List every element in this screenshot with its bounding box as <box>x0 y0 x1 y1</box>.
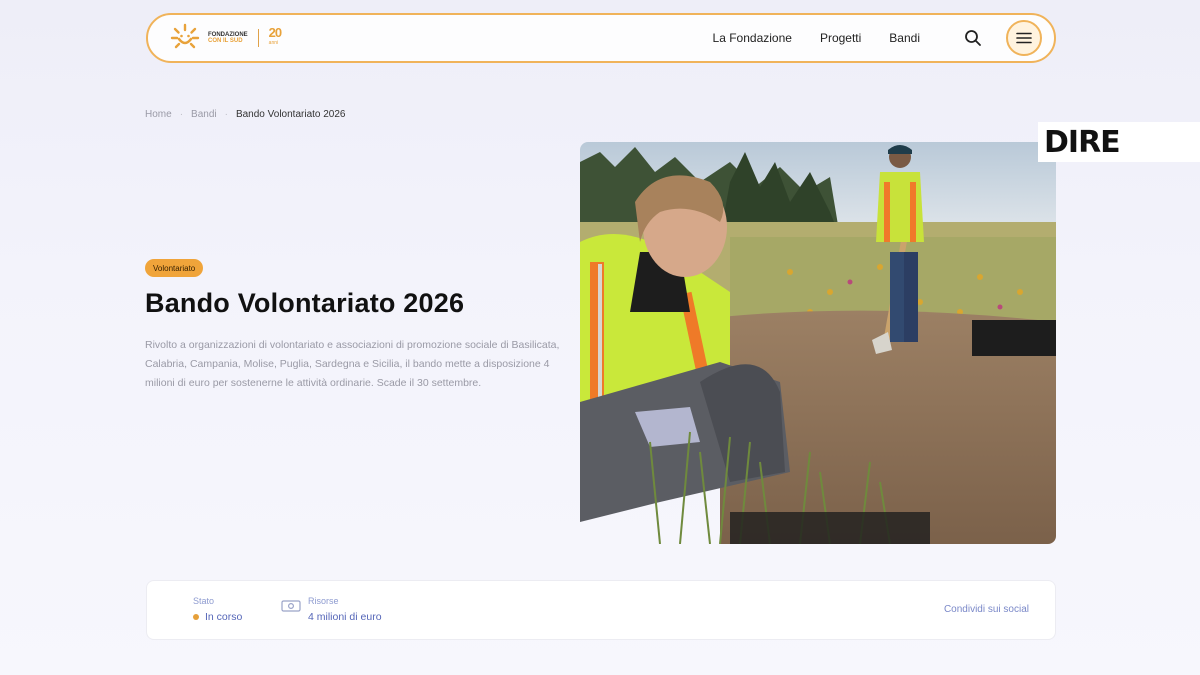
share-social-link[interactable]: Condividi sui social <box>944 604 1029 615</box>
status-value: In corso <box>205 611 243 623</box>
nav-link-bandi[interactable]: Bandi <box>889 31 920 45</box>
top-navbar: FONDAZIONE CON IL SUD 20 anni La Fondazi… <box>146 13 1056 63</box>
category-tag[interactable]: Volontariato <box>145 259 204 277</box>
menu-button[interactable] <box>1006 20 1042 56</box>
page-description: Rivolto a organizzazioni di volontariato… <box>145 339 560 389</box>
breadcrumb-separator: · <box>179 109 184 120</box>
logo-wordmark: FONDAZIONE CON IL SUD <box>208 32 248 44</box>
status-value-row: In corso <box>193 611 242 623</box>
status-label: Stato <box>193 596 215 606</box>
dire-brand-text: DIRE <box>1044 124 1121 160</box>
money-icon <box>281 600 301 612</box>
hamburger-menu-icon <box>1016 32 1032 44</box>
status-info: Stato In corso <box>193 596 242 623</box>
logo-divider <box>257 29 259 47</box>
resources-label: Risorse <box>308 596 339 606</box>
hero-photo <box>580 142 1056 544</box>
nav-link-progetti[interactable]: Progetti <box>820 31 861 45</box>
main-nav: La Fondazione Progetti Bandi <box>685 20 1042 56</box>
site-logo[interactable]: FONDAZIONE CON IL SUD 20 anni <box>170 23 283 53</box>
anniversary-badge: 20 anni <box>269 26 283 49</box>
resources-info: Risorse 4 milioni di euro <box>308 596 382 623</box>
info-bar: Stato In corso Risorse 4 milioni di euro… <box>146 580 1056 640</box>
dire-watermark-logo: DIRE <box>1038 122 1200 162</box>
volunteers-planting-image <box>580 142 1056 544</box>
resources-value: 4 milioni di euro <box>308 611 382 623</box>
search-icon[interactable] <box>964 29 982 47</box>
breadcrumb-current: Bando Volontariato 2026 <box>235 109 346 120</box>
sun-logo-icon <box>170 23 200 49</box>
page-title: Bando Volontariato 2026 <box>145 288 465 318</box>
breadcrumb: Home · Bandi · Bando Volontariato 2026 <box>145 109 346 120</box>
status-dot-icon <box>193 614 199 620</box>
breadcrumb-home[interactable]: Home <box>145 109 172 120</box>
nav-link-la-fondazione[interactable]: La Fondazione <box>713 31 792 45</box>
breadcrumb-bandi[interactable]: Bandi <box>191 109 217 120</box>
breadcrumb-separator: · <box>224 109 228 120</box>
logo-name-line2: CON IL SUD <box>208 38 243 44</box>
